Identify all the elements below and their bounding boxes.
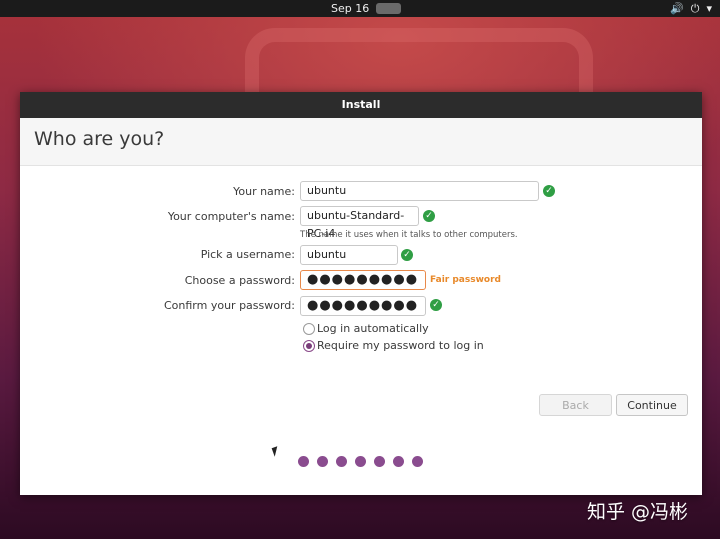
confirm-password-label: Confirm your password:: [163, 299, 295, 312]
confirm-password-input[interactable]: ●●●●●●●●●: [300, 296, 426, 316]
progress-dot: [393, 456, 404, 467]
back-button[interactable]: Back: [539, 394, 612, 416]
page-title: Who are you?: [34, 128, 165, 150]
progress-dot: [298, 456, 309, 467]
power-icon[interactable]: ⏻: [691, 1, 700, 16]
window-title: Install: [20, 92, 702, 118]
auto-login-label[interactable]: Log in automatically: [317, 322, 429, 335]
username-input[interactable]: ubuntu: [300, 245, 398, 265]
progress-dot: [412, 456, 423, 467]
password-label: Choose a password:: [184, 274, 295, 287]
progress-dot: [336, 456, 347, 467]
check-icon: ✓: [430, 299, 442, 311]
require-password-label[interactable]: Require my password to log in: [317, 339, 484, 352]
username-label: Pick a username:: [200, 248, 295, 261]
mouse-pointer-icon: [271, 446, 281, 457]
date-label: Sep 16: [331, 2, 370, 15]
check-icon: ✓: [543, 185, 555, 197]
time-redacted: [376, 3, 402, 14]
system-tray[interactable]: 🔊 ⏻ ▾: [670, 1, 712, 16]
computer-name-label: Your computer's name:: [167, 210, 295, 223]
password-strength: Fair password: [430, 275, 501, 285]
volume-icon[interactable]: 🔊: [670, 1, 684, 16]
installer-window: Install Who are you? Your name: ubuntu ✓…: [20, 92, 702, 495]
password-input[interactable]: ●●●●●●●●●: [300, 270, 426, 290]
check-icon: ✓: [401, 249, 413, 261]
computer-name-hint: The name it uses when it talks to other …: [300, 230, 518, 240]
progress-dot: [355, 456, 366, 467]
continue-button[interactable]: Continue: [616, 394, 688, 416]
progress-dots: [298, 456, 423, 467]
top-bar: Sep 16 🔊 ⏻ ▾: [0, 0, 720, 17]
check-icon: ✓: [423, 210, 435, 222]
name-label: Your name:: [233, 185, 295, 198]
computer-name-input[interactable]: ubuntu-Standard-PC-i4: [300, 206, 419, 240]
watermark: 知乎 @冯彬: [587, 501, 689, 523]
progress-dot: [317, 456, 328, 467]
chevron-down-icon[interactable]: ▾: [706, 1, 712, 16]
clock[interactable]: Sep 16: [331, 2, 402, 15]
progress-dot: [374, 456, 385, 467]
name-input[interactable]: ubuntu: [300, 181, 539, 201]
require-password-radio[interactable]: [303, 340, 315, 352]
page-header: Who are you?: [20, 118, 702, 166]
auto-login-radio[interactable]: [303, 323, 315, 335]
